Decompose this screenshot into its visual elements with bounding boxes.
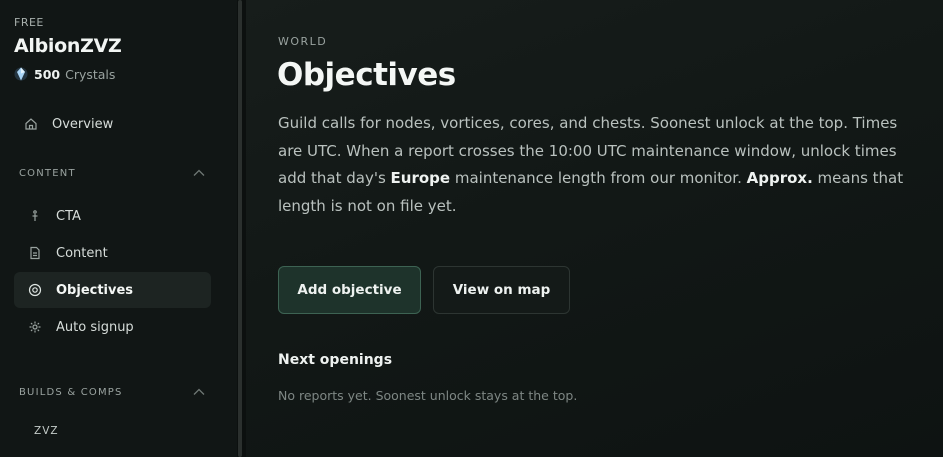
sidebar-item-label: Content [56, 245, 108, 261]
sidebar-item-label: Objectives [56, 282, 134, 298]
page-title: Objectives [277, 57, 456, 93]
next-openings-empty-state: No reports yet. Soonest unlock stays at … [278, 388, 578, 403]
target-icon [28, 283, 42, 297]
add-objective-button[interactable]: Add objective [278, 266, 421, 314]
crystal-balance: 500 Crystals [14, 66, 115, 82]
sparkle-icon [28, 320, 42, 334]
crystal-amount: 500 [34, 66, 61, 82]
sidebar-scrollbar[interactable] [238, 0, 242, 457]
chevron-up-icon [193, 388, 205, 395]
section-toggle-builds-comps[interactable]: BUILDS & COMPS [19, 384, 209, 400]
sidebar-item-cta[interactable]: CTA [14, 198, 211, 234]
home-icon [24, 117, 38, 131]
document-icon [28, 246, 42, 260]
crystal-icon [14, 67, 28, 81]
sidebar-item-overview[interactable]: Overview [14, 106, 211, 142]
section-toggle-content[interactable]: CONTENT [19, 165, 209, 181]
sidebar-item-content[interactable]: Content [14, 235, 211, 271]
sidebar-item-zvz[interactable]: ZVZ [34, 425, 59, 437]
sidebar-item-auto-signup[interactable]: Auto signup [14, 309, 211, 345]
chevron-up-icon [193, 169, 205, 176]
description-text: maintenance length from our monitor. [450, 169, 747, 187]
description-emphasis: Approx. [746, 169, 813, 187]
app-name[interactable]: AlbionZVZ [14, 35, 122, 57]
page-description: Guild calls for nodes, vortices, cores, … [278, 110, 908, 220]
plan-badge: FREE [14, 16, 44, 29]
sidebar-item-label: CTA [56, 208, 81, 224]
crystal-label: Crystals [65, 66, 116, 82]
figure-icon [28, 209, 42, 223]
section-title: BUILDS & COMPS [19, 386, 123, 398]
sidebar-item-objectives[interactable]: Objectives [14, 272, 211, 308]
view-on-map-button[interactable]: View on map [433, 266, 570, 314]
description-emphasis: Europe [390, 169, 451, 187]
sidebar: FREE AlbionZVZ 500 Crystals Overview CON… [0, 0, 237, 457]
section-eyebrow: WORLD [278, 35, 328, 48]
sidebar-item-label: Overview [52, 116, 114, 132]
main-content: WORLD Objectives Guild calls for nodes, … [246, 0, 943, 457]
sidebar-item-label: Auto signup [56, 319, 134, 335]
next-openings-heading: Next openings [278, 352, 393, 368]
section-title: CONTENT [19, 167, 76, 179]
